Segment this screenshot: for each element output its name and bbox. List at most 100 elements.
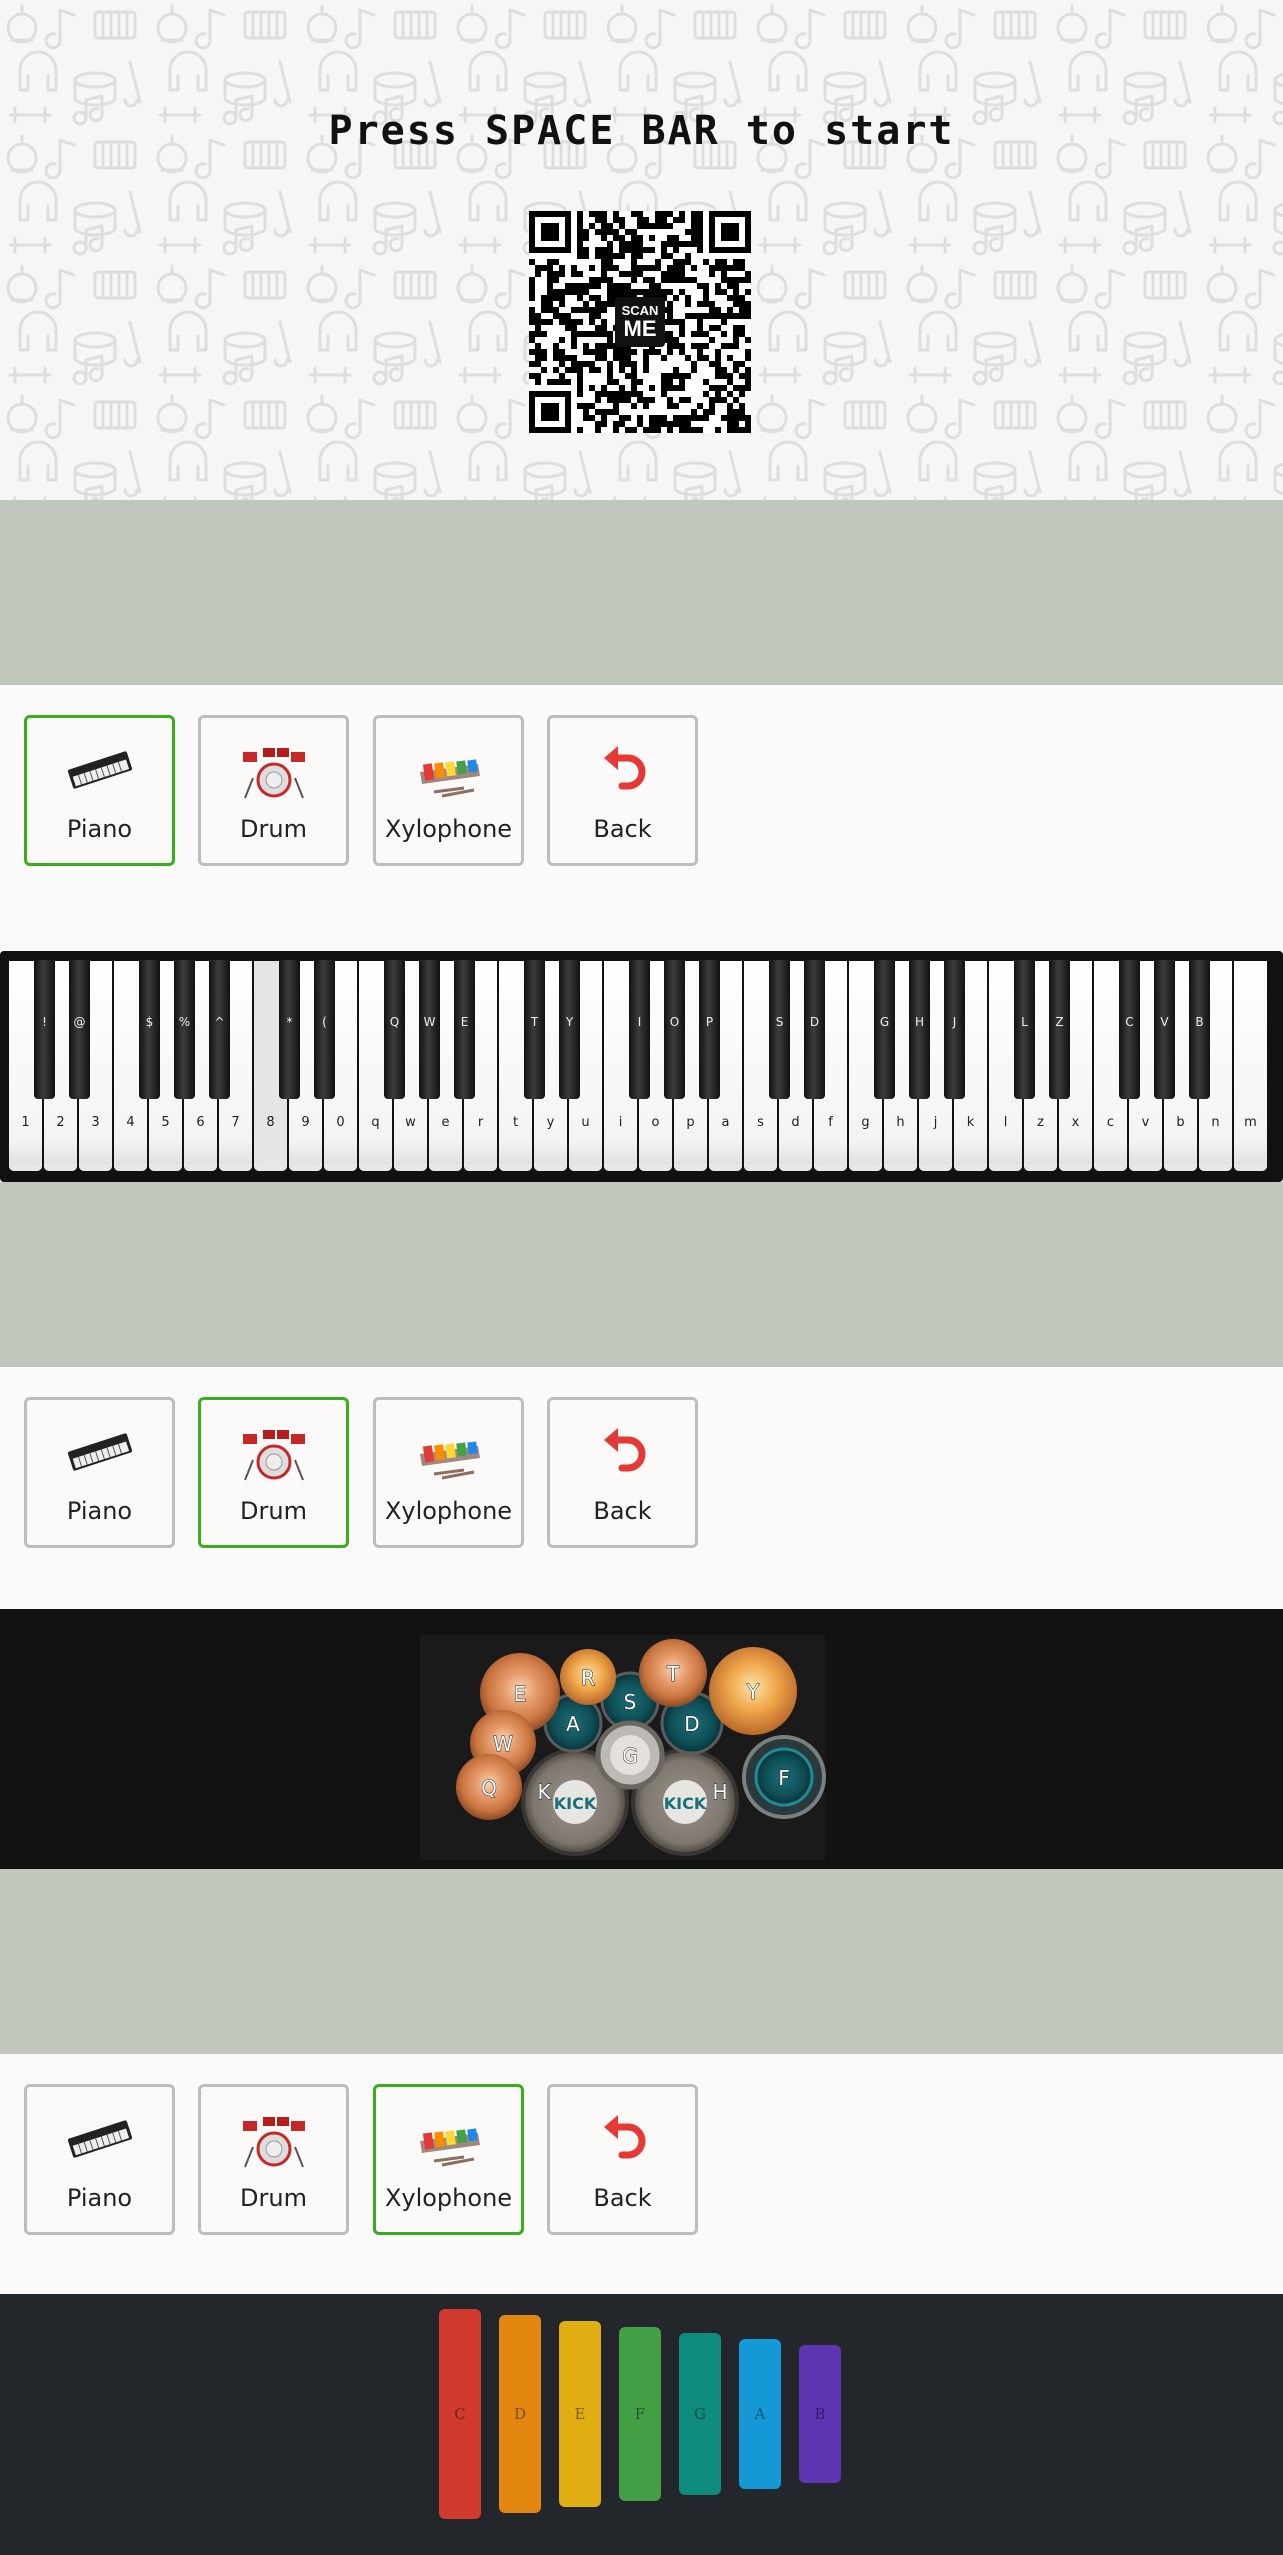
- back-button-label: Back: [593, 1497, 652, 1525]
- piano-icon: [67, 751, 133, 789]
- xylophone-button-label: Xylophone: [384, 815, 513, 843]
- piano-button-label: Piano: [66, 1497, 133, 1525]
- xylophone-bar[interactable]: F: [619, 2327, 661, 2501]
- piano-key-label: T: [530, 1015, 539, 1029]
- drum-key-label: A: [566, 1712, 580, 1736]
- piano-key-label: 7: [231, 1115, 240, 1130]
- piano-black-key[interactable]: J: [944, 960, 965, 1099]
- piano-key-label: d: [791, 1115, 800, 1130]
- piano-black-key[interactable]: L: [1014, 960, 1035, 1099]
- xylophone-button-label: Xylophone: [384, 2184, 513, 2212]
- start-screen: Press SPACE BAR to start SCAN ME: [0, 0, 1283, 500]
- piano-black-key[interactable]: I: [629, 960, 650, 1099]
- piano-white-key[interactable]: m: [1234, 961, 1267, 1171]
- piano-black-key[interactable]: $: [139, 960, 160, 1099]
- piano-key-label: p: [686, 1115, 695, 1130]
- piano-black-key[interactable]: @: [69, 960, 90, 1099]
- drum-key-label: E: [514, 1682, 527, 1706]
- instrument-menu: Piano Drum Xylophone Back: [0, 685, 1283, 951]
- xylophone-icon: [420, 1441, 480, 1480]
- piano-key-label: @: [73, 1015, 86, 1029]
- display-band: [0, 500, 1283, 685]
- piano-black-key[interactable]: W: [419, 960, 440, 1099]
- piano-key-label: W: [423, 1015, 436, 1029]
- piano-black-key[interactable]: Z: [1049, 960, 1070, 1099]
- piano-key-label: G: [879, 1015, 890, 1029]
- piano-black-key[interactable]: O: [664, 960, 685, 1099]
- xylophone-note-label: F: [634, 2405, 646, 2423]
- piano-key-label: z: [1037, 1115, 1044, 1130]
- piano-black-key[interactable]: ^: [209, 960, 230, 1099]
- xylophone-button[interactable]: Xylophone: [373, 1397, 524, 1548]
- piano-black-key[interactable]: (: [314, 960, 335, 1099]
- xylophone-button[interactable]: Xylophone: [373, 2084, 524, 2235]
- back-arrow-icon: [604, 746, 646, 790]
- xylophone-note-label: E: [574, 2405, 586, 2423]
- piano-black-key[interactable]: E: [454, 960, 475, 1099]
- piano-key-label: x: [1071, 1115, 1080, 1130]
- back-button[interactable]: Back: [547, 715, 698, 866]
- drum-button[interactable]: Drum: [198, 1397, 349, 1548]
- xylophone-button[interactable]: Xylophone: [373, 715, 524, 866]
- back-button-label: Back: [593, 2184, 652, 2212]
- piano-key-label: 3: [91, 1115, 100, 1130]
- piano-black-key[interactable]: D: [804, 960, 825, 1099]
- piano-button[interactable]: Piano: [24, 2084, 175, 2235]
- piano-black-key[interactable]: B: [1189, 960, 1210, 1099]
- xylophone-bar[interactable]: A: [739, 2339, 781, 2489]
- drum-icon: [243, 1430, 305, 1481]
- piano-key-label: D: [809, 1015, 820, 1029]
- piano-key-label: a: [721, 1115, 730, 1130]
- piano-key-label: u: [581, 1115, 590, 1130]
- piano-black-key[interactable]: !: [34, 960, 55, 1099]
- piano-black-key[interactable]: *: [279, 960, 300, 1099]
- piano-black-key[interactable]: %: [174, 960, 195, 1099]
- drum-key-label: K: [537, 1780, 551, 1804]
- piano-black-key[interactable]: H: [909, 960, 930, 1099]
- xylophone-note-label: C: [454, 2405, 466, 2423]
- drum-pad-name: KICK: [664, 1794, 707, 1813]
- piano-key-label: m: [1244, 1115, 1257, 1130]
- xylophone-bar[interactable]: E: [559, 2321, 601, 2507]
- piano-key-label: s: [757, 1115, 764, 1130]
- drum-key-label: D: [684, 1712, 699, 1736]
- piano-button[interactable]: Piano: [24, 1397, 175, 1548]
- xylophone-bar[interactable]: C: [439, 2309, 481, 2519]
- back-button[interactable]: Back: [547, 1397, 698, 1548]
- piano-black-key[interactable]: T: [524, 960, 545, 1099]
- piano-key-label: k: [966, 1115, 975, 1130]
- xylophone-bar[interactable]: B: [799, 2345, 841, 2483]
- piano-key-label: y: [546, 1115, 555, 1130]
- drum-button[interactable]: Drum: [198, 2084, 349, 2235]
- piano-black-key[interactable]: C: [1119, 960, 1140, 1099]
- xylophone-icon: [420, 2128, 480, 2167]
- xylophone-bar[interactable]: D: [499, 2315, 541, 2513]
- piano-black-key[interactable]: G: [874, 960, 895, 1099]
- piano-key-label: 0: [336, 1115, 345, 1130]
- piano-key-label: J: [952, 1015, 957, 1029]
- piano-key-label: 1: [21, 1115, 30, 1130]
- back-button-label: Back: [593, 815, 652, 843]
- piano-black-key[interactable]: Q: [384, 960, 405, 1099]
- back-button[interactable]: Back: [547, 2084, 698, 2235]
- piano-key-label: V: [1160, 1015, 1169, 1029]
- drum-button[interactable]: Drum: [198, 715, 349, 866]
- drum-key-label: W: [493, 1732, 513, 1756]
- piano-key-label: t: [512, 1115, 519, 1130]
- piano-black-key[interactable]: Y: [559, 960, 580, 1099]
- piano-black-key[interactable]: P: [699, 960, 720, 1099]
- piano-key-label: Y: [565, 1015, 574, 1029]
- piano-black-key[interactable]: S: [769, 960, 790, 1099]
- piano-icon: [67, 2120, 133, 2158]
- piano-key-label: *: [286, 1015, 293, 1029]
- piano-button-label: Piano: [66, 815, 133, 843]
- piano-key-label: $: [145, 1015, 154, 1029]
- piano-key-label: H: [914, 1015, 925, 1029]
- xylophone-bar[interactable]: G: [679, 2333, 721, 2495]
- piano-button[interactable]: Piano: [24, 715, 175, 866]
- piano-black-key[interactable]: V: [1154, 960, 1175, 1099]
- piano-key-label: %: [178, 1015, 191, 1029]
- piano-key-label: v: [1141, 1115, 1150, 1130]
- piano-key-label: 6: [196, 1115, 205, 1130]
- drum-button-label: Drum: [240, 2184, 307, 2212]
